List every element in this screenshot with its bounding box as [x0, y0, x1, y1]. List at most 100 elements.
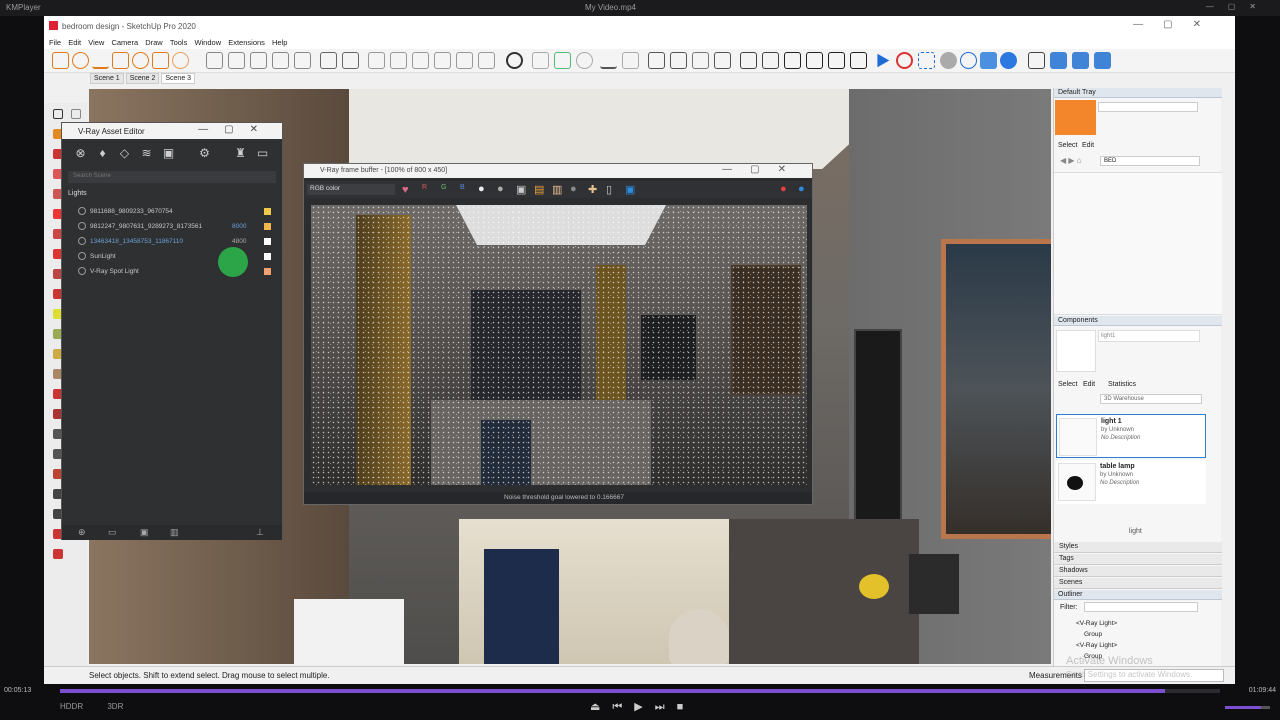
- vray-stop-icon[interactable]: [940, 52, 957, 69]
- delete-icon[interactable]: ▥: [170, 527, 179, 538]
- frame-buffer-icon[interactable]: ▭: [256, 147, 269, 160]
- green-channel-icon[interactable]: G: [441, 184, 446, 191]
- view-right-icon[interactable]: [434, 52, 451, 69]
- menu-edit[interactable]: Edit: [68, 38, 81, 47]
- pan-tool-icon[interactable]: [554, 52, 571, 69]
- asset-search-input[interactable]: Search Scene: [68, 171, 276, 183]
- menu-view[interactable]: View: [88, 38, 104, 47]
- load-image-icon[interactable]: ▤: [534, 183, 544, 196]
- start-render-icon[interactable]: ●: [798, 183, 805, 195]
- circle-tool-icon[interactable]: [72, 52, 89, 69]
- asset-editor-window-controls[interactable]: —▢✕: [198, 124, 274, 135]
- select-arrow-icon[interactable]: [53, 109, 63, 119]
- outliner-row[interactable]: Group: [1084, 631, 1102, 638]
- material-name-box[interactable]: [1098, 102, 1198, 112]
- menu-draw[interactable]: Draw: [145, 38, 163, 47]
- layers-icon[interactable]: ≋: [140, 147, 153, 160]
- component-search-input[interactable]: 3D Warehouse: [1100, 394, 1202, 404]
- sketchup-window-controls[interactable]: —▢✕: [1133, 19, 1221, 30]
- vray-light-icon[interactable]: [1072, 52, 1089, 69]
- light-color-swatch[interactable]: [264, 268, 271, 275]
- vray-settings-icon[interactable]: [1094, 52, 1111, 69]
- group-tool-icon[interactable]: [272, 52, 289, 69]
- hddr-button[interactable]: HDDR: [60, 702, 83, 711]
- cloud-icon[interactable]: [576, 52, 593, 69]
- render-elements-icon[interactable]: ▣: [162, 147, 175, 160]
- light-row[interactable]: 9811688_9809233_9670754: [70, 205, 278, 219]
- house-icon[interactable]: [806, 52, 823, 69]
- render-preview[interactable]: [311, 205, 807, 485]
- materials-icon[interactable]: ⊗: [74, 147, 87, 160]
- lock-icon[interactable]: ▯: [606, 183, 612, 196]
- light-row[interactable]: 9812247_9807631_9289273_8173561 8000: [70, 220, 278, 234]
- vray-region-icon[interactable]: [918, 52, 935, 69]
- vray-render-icon[interactable]: [877, 53, 890, 68]
- light-color-swatch[interactable]: [264, 253, 271, 260]
- select-tool-icon[interactable]: [52, 52, 69, 69]
- layers-tool-icon[interactable]: [320, 52, 337, 69]
- menu-extensions[interactable]: Extensions: [228, 38, 265, 47]
- section-styles[interactable]: Styles: [1054, 542, 1222, 553]
- component-result-2[interactable]: table lamp by Unknown No Description: [1056, 460, 1206, 504]
- view-front-icon[interactable]: [412, 52, 429, 69]
- orbit-tool-icon[interactable]: [172, 52, 189, 69]
- outliner-row[interactable]: <V-Ray Light>: [1076, 642, 1117, 649]
- 3dr-button[interactable]: 3DR: [107, 702, 123, 711]
- component-tab-select[interactable]: Select: [1058, 381, 1077, 388]
- copy-tool-icon[interactable]: [342, 52, 359, 69]
- player-window-controls[interactable]: —▢✕: [1206, 2, 1270, 11]
- home-icon[interactable]: [784, 52, 801, 69]
- material-browser[interactable]: [1054, 172, 1222, 315]
- menu-camera[interactable]: Camera: [111, 38, 138, 47]
- feather-tool-icon[interactable]: [294, 52, 311, 69]
- extension-a-icon[interactable]: [740, 52, 757, 69]
- light-color-swatch[interactable]: [264, 223, 271, 230]
- playback-controls[interactable]: ⏏⏮▶⏭■: [590, 700, 695, 714]
- vray-help-icon[interactable]: [1000, 52, 1017, 69]
- red-channel-icon[interactable]: R: [422, 184, 427, 191]
- walk-icon[interactable]: [53, 549, 63, 559]
- open-file-icon[interactable]: ▭: [108, 527, 117, 538]
- outliner-filter-input[interactable]: [1084, 602, 1198, 612]
- seek-bar[interactable]: [60, 689, 1220, 693]
- vray-fb-icon[interactable]: [980, 52, 997, 69]
- component-tab-statistics[interactable]: Statistics: [1108, 381, 1136, 388]
- compare-icon[interactable]: ●: [570, 183, 577, 195]
- save-icon[interactable]: ▣: [140, 527, 149, 538]
- outliner-row[interactable]: <V-Ray Light>: [1076, 620, 1117, 627]
- render-icon[interactable]: ♜: [234, 147, 247, 160]
- vray-interactive-icon[interactable]: [896, 52, 913, 69]
- view-top-icon[interactable]: [390, 52, 407, 69]
- view-back-icon[interactable]: [456, 52, 473, 69]
- camera-tool-icon[interactable]: [206, 52, 223, 69]
- level-tool-icon[interactable]: [600, 52, 617, 69]
- vfb-window-controls[interactable]: —▢✕: [722, 164, 804, 175]
- check-icon[interactable]: [506, 52, 523, 69]
- component-name-box[interactable]: light1: [1098, 330, 1200, 342]
- channel-select[interactable]: RGB color: [307, 184, 395, 195]
- light-color-swatch[interactable]: [264, 208, 271, 215]
- component-tab-edit[interactable]: Edit: [1083, 381, 1095, 388]
- region-icon[interactable]: ✚: [588, 183, 597, 196]
- paint-tool-icon[interactable]: [152, 52, 169, 69]
- outliner-title[interactable]: Outliner: [1054, 590, 1222, 600]
- lights-icon[interactable]: ♦: [96, 147, 109, 160]
- section-shadows[interactable]: Shadows: [1054, 566, 1222, 577]
- section-tool-icon[interactable]: [622, 52, 639, 69]
- extension-b-icon[interactable]: [762, 52, 779, 69]
- add-asset-icon[interactable]: ⊕: [78, 527, 86, 538]
- scene-tab-2[interactable]: Scene 2: [125, 73, 160, 84]
- section-tags[interactable]: Tags: [1054, 554, 1222, 565]
- light-tool-icon[interactable]: [132, 52, 149, 69]
- cube-tool-icon[interactable]: [228, 52, 245, 69]
- nav-arrows-icon[interactable]: ◀ ▶ ⌂: [1060, 156, 1082, 165]
- light-row-selected[interactable]: 13463418_13458753_11867110 4800: [70, 235, 278, 249]
- box-tool-icon[interactable]: [250, 52, 267, 69]
- save-image-icon[interactable]: ▣: [516, 183, 526, 196]
- grey-circle-icon[interactable]: ●: [497, 183, 504, 195]
- history-icon[interactable]: ▥: [552, 183, 562, 196]
- section-scenes[interactable]: Scenes: [1054, 578, 1222, 589]
- material-tab-select[interactable]: Select: [1058, 142, 1077, 149]
- vray-asset-icon[interactable]: [1050, 52, 1067, 69]
- menu-window[interactable]: Window: [194, 38, 221, 47]
